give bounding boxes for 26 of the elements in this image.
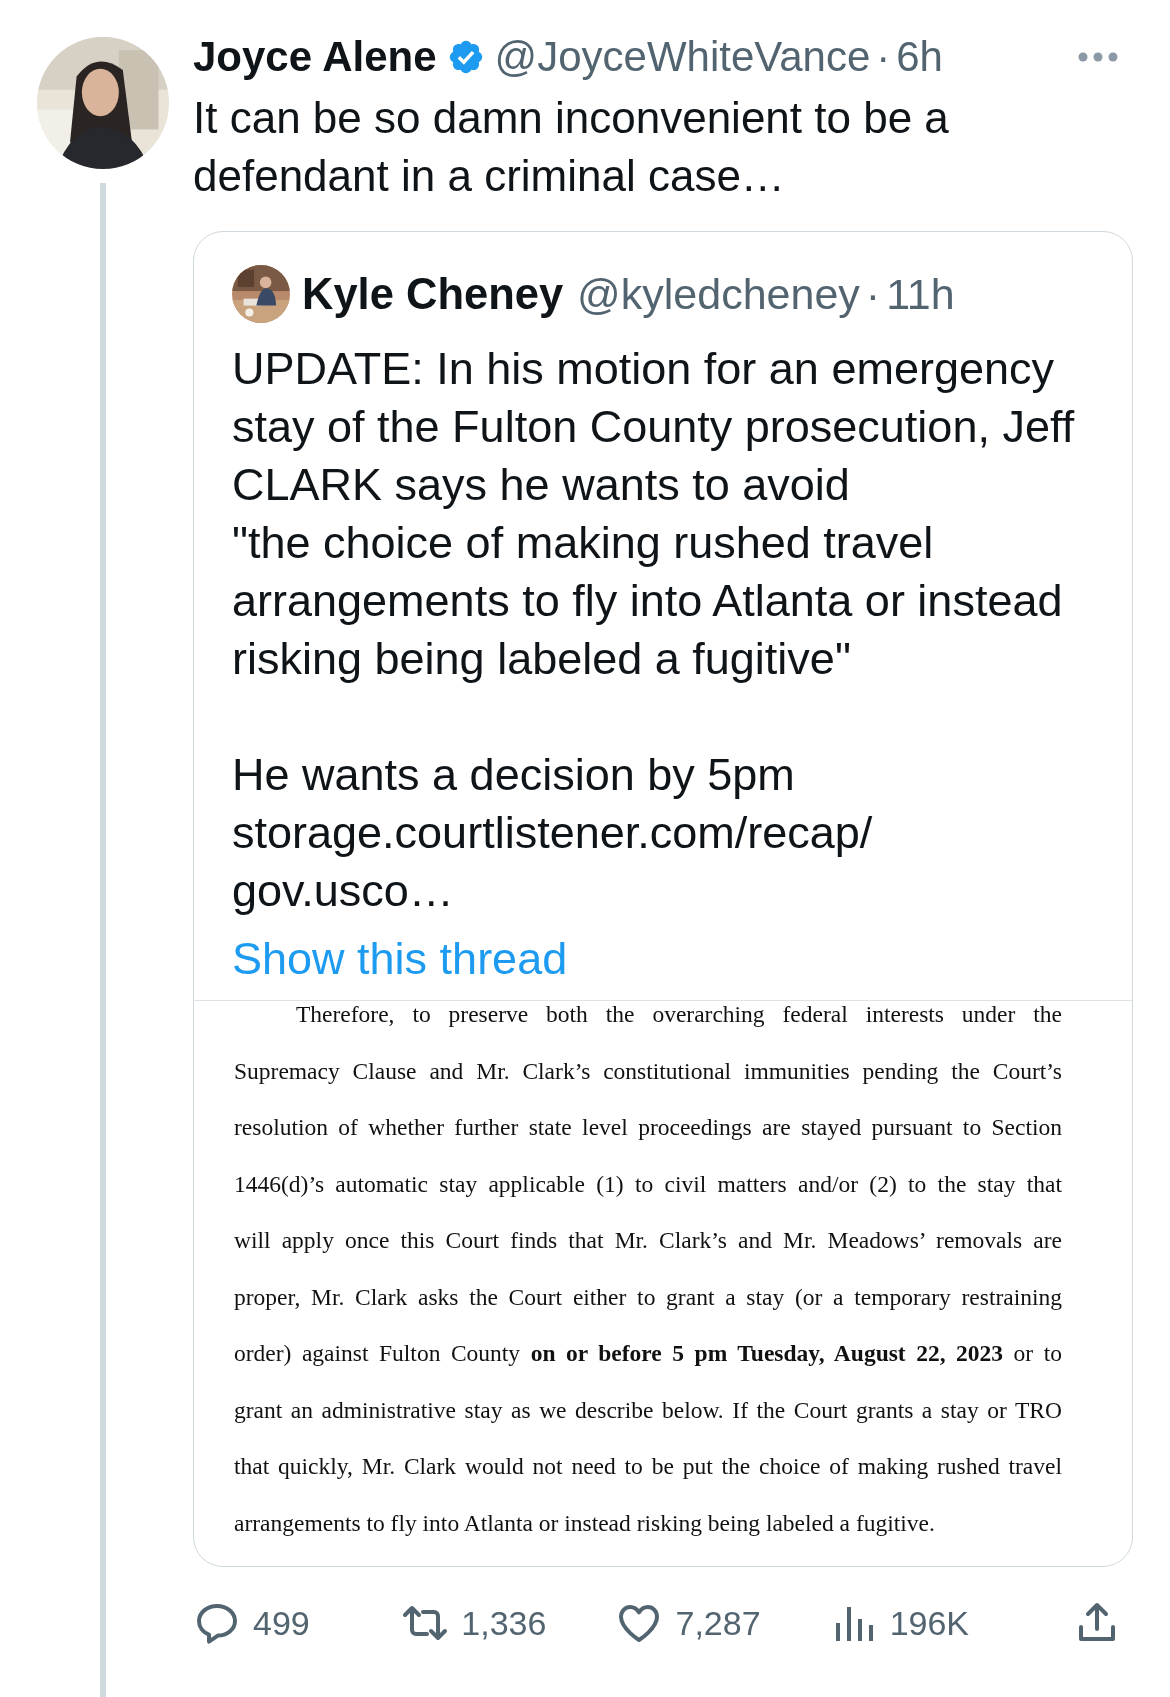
views-count: 196K bbox=[889, 1603, 970, 1643]
document-text-line: arrangements to fly into Atlanta or instead risking being labeled a fugitive. bbox=[234, 1509, 936, 1538]
document-text-line: that quickly, Mr. Clark would not need to be put the choice of making rushed travel bbox=[234, 1453, 1062, 1481]
document-text-line: 1446(d)’s automatic stay applicable (1) to civil matters and/or (2) to the stay that bbox=[234, 1170, 1062, 1199]
document-text-line: Therefore, to preserve both the overarching federal interests under the bbox=[295, 1001, 1062, 1029]
separator-dot: · bbox=[865, 269, 881, 319]
document-text-line: order) against Fulton County on or before 5 pm Tuesday, August 22, 2023 or to bbox=[234, 1340, 1062, 1368]
retweet-count: 1,336 bbox=[461, 1603, 547, 1643]
author-handle: @JoyceWhiteVance bbox=[494, 33, 871, 81]
author-handle: @kyledcheney bbox=[577, 269, 860, 319]
post-text: It can be so damn inconvenient to be a defendant in a criminal case… bbox=[193, 92, 950, 202]
reply-count: 499 bbox=[253, 1603, 310, 1643]
author-name: Joyce Alene bbox=[193, 33, 437, 81]
document-text-line: proper, Mr. Clark asks the Court either to grant a stay (or a temporary restraining bbox=[234, 1283, 1062, 1312]
like-count: 7,287 bbox=[675, 1603, 761, 1643]
quoted-post-text: UPDATE: In his motion for an emergency stay of the Fulton County prosecution, Jeff CLARK says he wants to avoid "the choice of making rushed travel arrangements to fly into Atlanta or instead risking being labeled a fugitive" He wants a decision by 5pm storage.courtlistener.com/recap/ gov.usco… bbox=[232, 342, 1076, 918]
document-text-line: will apply once this Court finds that Mr. Clark’s and Mr. Meadows’ removals are bbox=[234, 1227, 1062, 1255]
post-time: 6h bbox=[896, 33, 943, 81]
post-time: 11h bbox=[886, 269, 955, 319]
separator-dot: · bbox=[876, 33, 891, 81]
document-text-line: resolution of whether further state level proceedings are stayed pursuant to Section bbox=[234, 1114, 1062, 1142]
document-text-line: grant an administrative stay as we describe below. If the Court grants a stay or TRO bbox=[234, 1396, 1062, 1425]
more-icon[interactable] bbox=[1077, 51, 1119, 63]
show-thread-link[interactable]: Show this thread bbox=[232, 930, 568, 988]
author-name: Kyle Cheney bbox=[302, 269, 564, 319]
document-text-line: Supremacy Clause and Mr. Clark’s constitutional immunities pending the Court’s bbox=[234, 1057, 1062, 1086]
